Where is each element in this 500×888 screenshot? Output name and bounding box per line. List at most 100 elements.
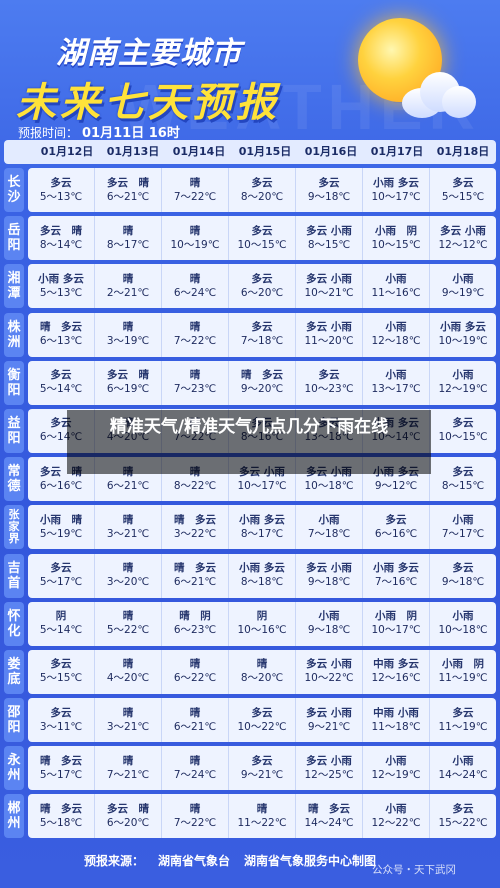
weather-condition: 小雨 bbox=[452, 272, 474, 285]
weather-condition: 晴 阴 bbox=[179, 610, 211, 623]
temperature-range: 7～22℃ bbox=[173, 190, 217, 203]
forecast-cell: 晴 3～20℃ bbox=[95, 553, 162, 598]
temperature-range: 6～21℃ bbox=[106, 479, 150, 492]
temperature-range: 7～24℃ bbox=[173, 768, 217, 781]
weather-condition: 晴 bbox=[122, 513, 134, 526]
forecast-cell: 多云 3～11℃ bbox=[28, 698, 95, 743]
temperature-range: 5～15℃ bbox=[441, 190, 485, 203]
weather-condition: 多云 小雨 bbox=[306, 272, 352, 285]
forecast-cell: 小雨 多云 7～16℃ bbox=[363, 553, 430, 598]
weather-condition: 小雨 晴 bbox=[40, 513, 82, 526]
temperature-range: 7～23℃ bbox=[173, 383, 217, 396]
temperature-range: 6～13℃ bbox=[39, 335, 83, 348]
temperature-range: 5～14℃ bbox=[39, 383, 83, 396]
weather-condition: 晴 多云 bbox=[40, 754, 82, 767]
weather-condition: 多云 小雨 bbox=[306, 658, 352, 671]
day-cells: 晴 多云 6～13℃ 晴 3～19℃ 晴 7～22℃ 多云 7～18℃ 多云 小雨 11～20℃ 小… bbox=[28, 312, 496, 357]
temperature-range: 3～20℃ bbox=[106, 576, 150, 588]
weather-condition: 晴 bbox=[122, 272, 134, 285]
forecast-cell: 晴7～22℃ bbox=[162, 168, 229, 212]
city-name: 常德 bbox=[4, 457, 24, 502]
temperature-range: 5～22℃ bbox=[106, 624, 150, 637]
weather-condition: 多云 晴 bbox=[40, 224, 82, 237]
city-name: 益阳 bbox=[4, 408, 24, 453]
temperature-range: 10～21℃ bbox=[304, 286, 354, 299]
temperature-range: 5～19℃ bbox=[39, 527, 83, 540]
source-label: 预报来源： bbox=[84, 854, 145, 868]
weather-condition: 晴 多云 bbox=[308, 802, 350, 815]
day-cells: 多云 5～14℃ 多云 晴 6～19℃ 晴 7～23℃ 晴 多云 9～20℃ 多云 10～23℃ 小… bbox=[28, 360, 496, 405]
forecast-cell: 晴 3～21℃ bbox=[95, 698, 162, 743]
weather-condition: 多云 bbox=[50, 562, 72, 574]
weather-condition: 多云 bbox=[452, 802, 474, 815]
temperature-range: 6～16℃ bbox=[39, 479, 83, 492]
temperature-range: 11～20℃ bbox=[304, 335, 354, 348]
weather-condition: 晴 bbox=[189, 802, 201, 815]
forecast-cell: 晴 8～17℃ bbox=[95, 216, 162, 261]
temperature-range: 10～15℃ bbox=[371, 238, 421, 251]
temperature-range: 5～14℃ bbox=[39, 624, 83, 637]
forecast-cell: 晴 10～19℃ bbox=[162, 216, 229, 261]
weather-condition: 多云 小雨 bbox=[306, 224, 352, 237]
weather-condition: 晴 bbox=[189, 754, 201, 767]
forecast-cell: 多云 晴 6～21℃ bbox=[95, 168, 162, 212]
city-row: 长沙 多云 5～13℃ 多云 晴 6～21℃ 晴 7～22℃ 多云 8～20℃ 多云 9～18℃ 小雨… bbox=[4, 168, 496, 212]
forecast-cell: 阴 5～14℃ bbox=[28, 601, 95, 646]
temperature-range: 10～17℃ bbox=[371, 624, 421, 637]
account-watermark: 公众号・天下武冈 bbox=[372, 864, 456, 876]
temperature-range: 10～16℃ bbox=[237, 624, 287, 637]
city-name: 永州 bbox=[4, 746, 24, 791]
overlay-banner[interactable]: 精准天气/精准天气几点几分下雨在线 bbox=[67, 410, 431, 474]
weather-condition: 多云 bbox=[251, 176, 273, 189]
forecast-cell: 晴 多云 14～24℃ bbox=[296, 794, 363, 839]
weather-condition: 中雨 多云 bbox=[373, 658, 419, 671]
weather-condition: 中雨 小雨 bbox=[373, 706, 419, 719]
forecast-cell: 多云 晴 6～19℃ bbox=[95, 360, 162, 405]
temperature-range: 6～19℃ bbox=[106, 383, 150, 396]
forecast-cell: 多云 9～18℃ bbox=[296, 168, 363, 212]
temperature-range: 3～21℃ bbox=[106, 720, 150, 733]
forecast-cell: 晴 7～24℃ bbox=[162, 746, 229, 791]
weather-condition: 多云 bbox=[452, 417, 474, 430]
city-name: 怀化 bbox=[4, 601, 24, 646]
weather-condition: 小雨 bbox=[452, 369, 474, 382]
forecast-cell: 小雨 多云 5～13℃ bbox=[28, 264, 95, 309]
weather-condition: 晴 bbox=[122, 658, 134, 671]
forecast-cell: 多云 小雨 10～22℃ bbox=[296, 649, 363, 694]
forecast-source: 预报来源： 湖南省气象台 湖南省气象服务中心制图 bbox=[84, 852, 376, 869]
weather-condition: 晴 多云 bbox=[174, 562, 216, 574]
temperature-range: 3～11℃ bbox=[39, 720, 83, 733]
weather-condition: 多云 bbox=[251, 706, 273, 719]
date-header-cell: 01月18日 bbox=[436, 145, 490, 158]
weather-condition: 晴 bbox=[256, 802, 268, 815]
forecast-cell: 小雨 9～19℃ bbox=[430, 264, 496, 308]
city-row: 怀化阴 5～14℃ 晴 5～22℃ 晴 阴 6～23℃ 阴 10～16℃ 小雨 9～18℃ 小雨 阴… bbox=[4, 601, 496, 646]
forecast-cell: 小雨 多云 10～19℃ bbox=[430, 313, 496, 357]
temperature-range: 9～20℃ bbox=[240, 383, 284, 396]
temperature-range: 12～19℃ bbox=[371, 768, 421, 781]
forecast-cell: 多云 7～18℃ bbox=[229, 312, 296, 357]
temperature-range: 8～20℃ bbox=[240, 190, 284, 203]
date-header-cell: 01月16日 bbox=[304, 145, 358, 158]
temperature-range: 11～19℃ bbox=[438, 720, 488, 733]
weather-condition: 多云 晴 bbox=[107, 369, 149, 382]
weather-condition: 晴 bbox=[122, 562, 134, 574]
publish-time: 预报时间： 01月11日 16时 bbox=[18, 122, 180, 141]
forecast-cell: 多云 10～22℃ bbox=[229, 698, 296, 743]
weather-condition: 小雨 多云 bbox=[373, 176, 419, 189]
forecast-cell: 小雨 阴 10～17℃ bbox=[363, 601, 430, 646]
day-cells: 小雨 多云 5～13℃ 晴 2～21℃ 晴 6～24℃ 多云 6～20℃ 多云 小雨 10～21℃… bbox=[28, 264, 496, 309]
temperature-range: 8～22℃ bbox=[173, 479, 217, 492]
forecast-cell: 小雨 9～18℃ bbox=[296, 601, 363, 646]
forecast-cell: 晴 11～22℃ bbox=[229, 794, 296, 839]
temperature-range: 9～19℃ bbox=[441, 286, 485, 299]
temperature-range: 10～17℃ bbox=[237, 479, 287, 492]
forecast-cell: 多云 10～23℃ bbox=[296, 360, 363, 405]
weather-condition: 晴 多云 bbox=[40, 321, 82, 334]
temperature-range: 6～21℃ bbox=[173, 720, 217, 733]
temperature-range: 7～18℃ bbox=[240, 335, 284, 348]
weather-condition: 多云 bbox=[251, 272, 273, 285]
forecast-title: 未来七天预报 bbox=[16, 80, 280, 126]
weather-condition: 小雨 多云 bbox=[38, 272, 84, 285]
temperature-range: 8～17℃ bbox=[106, 238, 150, 251]
